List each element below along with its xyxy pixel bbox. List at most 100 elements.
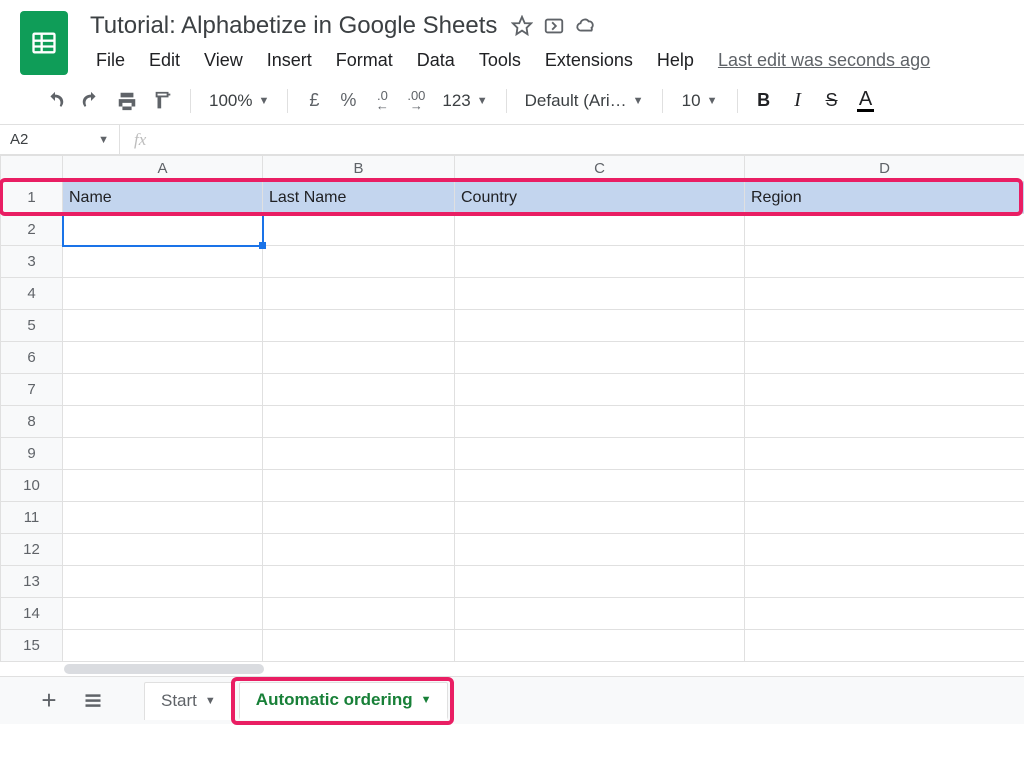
decrease-decimal-button[interactable]: .0← bbox=[368, 87, 396, 115]
cell-B13[interactable] bbox=[263, 566, 455, 598]
currency-button[interactable]: £ bbox=[300, 87, 328, 115]
cell-D6[interactable] bbox=[745, 342, 1024, 374]
more-formats-dropdown[interactable]: 123▼ bbox=[436, 91, 493, 111]
cell-D10[interactable] bbox=[745, 470, 1024, 502]
cell-C2[interactable] bbox=[455, 214, 745, 246]
italic-button[interactable]: I bbox=[784, 87, 812, 115]
cell-A14[interactable] bbox=[63, 598, 263, 630]
move-icon[interactable] bbox=[543, 15, 565, 37]
cell-C5[interactable] bbox=[455, 310, 745, 342]
cell-C4[interactable] bbox=[455, 278, 745, 310]
last-edit-link[interactable]: Last edit was seconds ago bbox=[718, 50, 930, 71]
row-header-8[interactable]: 8 bbox=[1, 406, 63, 438]
cell-A10[interactable] bbox=[63, 470, 263, 502]
strikethrough-button[interactable]: S bbox=[818, 87, 846, 115]
cell-C11[interactable] bbox=[455, 502, 745, 534]
cell-D12[interactable] bbox=[745, 534, 1024, 566]
cell-A3[interactable] bbox=[63, 246, 263, 278]
cell-C9[interactable] bbox=[455, 438, 745, 470]
row-header-2[interactable]: 2 bbox=[1, 214, 63, 246]
cell-B12[interactable] bbox=[263, 534, 455, 566]
cloud-status-icon[interactable] bbox=[575, 15, 597, 37]
cell-B7[interactable] bbox=[263, 374, 455, 406]
cell-A7[interactable] bbox=[63, 374, 263, 406]
row-header-11[interactable]: 11 bbox=[1, 502, 63, 534]
cell-A5[interactable] bbox=[63, 310, 263, 342]
sheet-tab-start[interactable]: Start▼ bbox=[144, 682, 233, 720]
row-header-3[interactable]: 3 bbox=[1, 246, 63, 278]
row-header-10[interactable]: 10 bbox=[1, 470, 63, 502]
bold-button[interactable]: B bbox=[750, 87, 778, 115]
cell-D7[interactable] bbox=[745, 374, 1024, 406]
document-title[interactable]: Tutorial: Alphabetize in Google Sheets bbox=[86, 10, 501, 42]
horizontal-scrollbar[interactable] bbox=[0, 662, 1024, 676]
cell-A15[interactable] bbox=[63, 630, 263, 662]
menu-tools[interactable]: Tools bbox=[469, 46, 531, 75]
font-size-dropdown[interactable]: 10▼ bbox=[675, 91, 725, 111]
name-box[interactable]: A2▼ bbox=[0, 125, 120, 154]
cell-A13[interactable] bbox=[63, 566, 263, 598]
zoom-dropdown[interactable]: 100%▼ bbox=[203, 91, 275, 111]
paint-format-icon[interactable] bbox=[148, 87, 178, 115]
all-sheets-icon[interactable] bbox=[74, 682, 112, 720]
cell-C15[interactable] bbox=[455, 630, 745, 662]
cell-B9[interactable] bbox=[263, 438, 455, 470]
menu-view[interactable]: View bbox=[194, 46, 253, 75]
add-sheet-button[interactable]: + bbox=[30, 682, 68, 720]
menu-help[interactable]: Help bbox=[647, 46, 704, 75]
cell-B14[interactable] bbox=[263, 598, 455, 630]
column-header-D[interactable]: D bbox=[745, 156, 1024, 182]
cell-B4[interactable] bbox=[263, 278, 455, 310]
cell-C6[interactable] bbox=[455, 342, 745, 374]
cell-D3[interactable] bbox=[745, 246, 1024, 278]
cell-C7[interactable] bbox=[455, 374, 745, 406]
menu-data[interactable]: Data bbox=[407, 46, 465, 75]
cell-D13[interactable] bbox=[745, 566, 1024, 598]
cell-D4[interactable] bbox=[745, 278, 1024, 310]
cell-A4[interactable] bbox=[63, 278, 263, 310]
row-header-6[interactable]: 6 bbox=[1, 342, 63, 374]
cell-B10[interactable] bbox=[263, 470, 455, 502]
cell-D1[interactable]: Region bbox=[745, 182, 1024, 214]
cell-D15[interactable] bbox=[745, 630, 1024, 662]
cell-C3[interactable] bbox=[455, 246, 745, 278]
cell-B6[interactable] bbox=[263, 342, 455, 374]
column-header-C[interactable]: C bbox=[455, 156, 745, 182]
row-header-13[interactable]: 13 bbox=[1, 566, 63, 598]
column-header-A[interactable]: A bbox=[63, 156, 263, 182]
cell-A9[interactable] bbox=[63, 438, 263, 470]
cell-D9[interactable] bbox=[745, 438, 1024, 470]
text-color-button[interactable]: A bbox=[852, 87, 880, 115]
cell-C14[interactable] bbox=[455, 598, 745, 630]
row-header-9[interactable]: 9 bbox=[1, 438, 63, 470]
row-header-1[interactable]: 1 bbox=[1, 182, 63, 214]
cell-A6[interactable] bbox=[63, 342, 263, 374]
cell-A1[interactable]: Name bbox=[63, 182, 263, 214]
menu-insert[interactable]: Insert bbox=[257, 46, 322, 75]
redo-icon[interactable] bbox=[76, 87, 106, 115]
cell-B8[interactable] bbox=[263, 406, 455, 438]
cell-D2[interactable] bbox=[745, 214, 1024, 246]
cell-D14[interactable] bbox=[745, 598, 1024, 630]
cell-A11[interactable] bbox=[63, 502, 263, 534]
cell-C10[interactable] bbox=[455, 470, 745, 502]
row-header-5[interactable]: 5 bbox=[1, 310, 63, 342]
cell-B11[interactable] bbox=[263, 502, 455, 534]
cell-D11[interactable] bbox=[745, 502, 1024, 534]
cell-C8[interactable] bbox=[455, 406, 745, 438]
menu-edit[interactable]: Edit bbox=[139, 46, 190, 75]
menu-extensions[interactable]: Extensions bbox=[535, 46, 643, 75]
cell-A12[interactable] bbox=[63, 534, 263, 566]
undo-icon[interactable] bbox=[40, 87, 70, 115]
row-header-14[interactable]: 14 bbox=[1, 598, 63, 630]
increase-decimal-button[interactable]: .00→ bbox=[402, 87, 430, 115]
sheet-tab-automatic-ordering[interactable]: Automatic ordering▼ bbox=[239, 682, 449, 720]
print-icon[interactable] bbox=[112, 87, 142, 115]
cell-C13[interactable] bbox=[455, 566, 745, 598]
cell-A8[interactable] bbox=[63, 406, 263, 438]
formula-input[interactable] bbox=[160, 125, 1024, 154]
cell-A2[interactable] bbox=[63, 214, 263, 246]
cell-B3[interactable] bbox=[263, 246, 455, 278]
font-dropdown[interactable]: Default (Ari…▼ bbox=[519, 91, 650, 111]
cell-D5[interactable] bbox=[745, 310, 1024, 342]
